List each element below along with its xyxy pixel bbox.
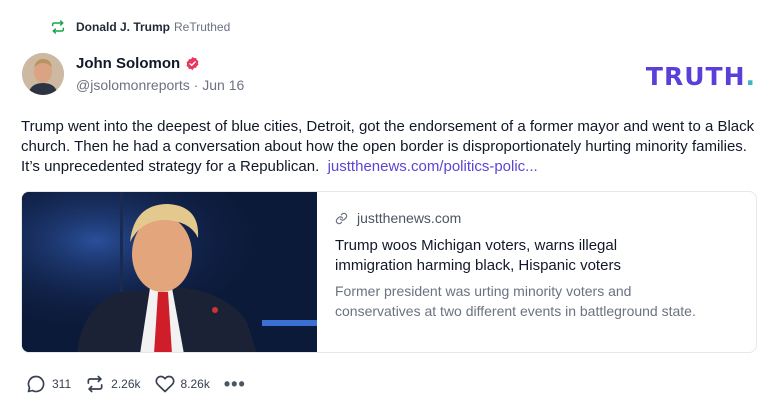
retruth-label: ReTruthed: [174, 20, 231, 34]
logo-dot: .: [745, 62, 756, 91]
post-meta: @jsolomonreports · Jun 16: [76, 77, 244, 93]
link-description: Former president was urting minority vot…: [335, 283, 696, 319]
author-handle[interactable]: @jsolomonreports: [76, 77, 190, 93]
post-header: John Solomon @jsolomonreports · Jun 16: [22, 53, 244, 95]
link-preview-card[interactable]: justthenews.com Trump woos Michigan vote…: [21, 191, 757, 353]
avatar[interactable]: [22, 53, 64, 95]
ellipsis-icon: •••: [223, 374, 246, 394]
more-options-button[interactable]: •••: [223, 374, 246, 394]
link-domain-row: justthenews.com: [335, 210, 738, 226]
verified-badge-icon: [186, 56, 199, 71]
retruth-icon: [51, 20, 65, 34]
retruth-arrows-icon: [87, 375, 103, 393]
reply-bubble-icon: [27, 375, 45, 393]
like-count: 8.26k: [180, 377, 210, 391]
post-date[interactable]: Jun 16: [202, 77, 244, 93]
heart-icon: [155, 375, 174, 393]
meta-separator: ·: [193, 77, 199, 93]
post-actions: 311 2.26k 8.26k •••: [26, 374, 260, 394]
retruth-banner: Donald J. Trump ReTruthed: [50, 19, 230, 35]
retruth-button[interactable]: 2.26k: [85, 374, 141, 394]
reply-button[interactable]: 311: [26, 374, 71, 394]
link-preview-image: [22, 192, 317, 352]
retruth-user-link[interactable]: Donald J. Trump: [76, 20, 170, 34]
author-name-row: John Solomon: [76, 55, 244, 72]
logo-text: TRUTH: [645, 62, 746, 91]
author-block: John Solomon @jsolomonreports · Jun 16: [76, 55, 244, 93]
link-icon: [335, 212, 348, 224]
reply-count: 311: [52, 377, 72, 391]
retruth-count: 2.26k: [111, 377, 141, 391]
author-name[interactable]: John Solomon: [76, 55, 180, 72]
link-domain: justthenews.com: [357, 210, 462, 226]
truth-social-logo[interactable]: TRUTH.: [646, 62, 756, 91]
link-title: Trump woos Michigan voters, warns illega…: [335, 237, 621, 274]
link-preview-info: justthenews.com Trump woos Michigan vote…: [317, 192, 756, 352]
post-body: Trump went into the deepest of blue citi…: [21, 117, 761, 177]
like-button[interactable]: 8.26k: [155, 374, 210, 394]
post-link[interactable]: justthenews.com/politics-polic...: [328, 158, 538, 175]
